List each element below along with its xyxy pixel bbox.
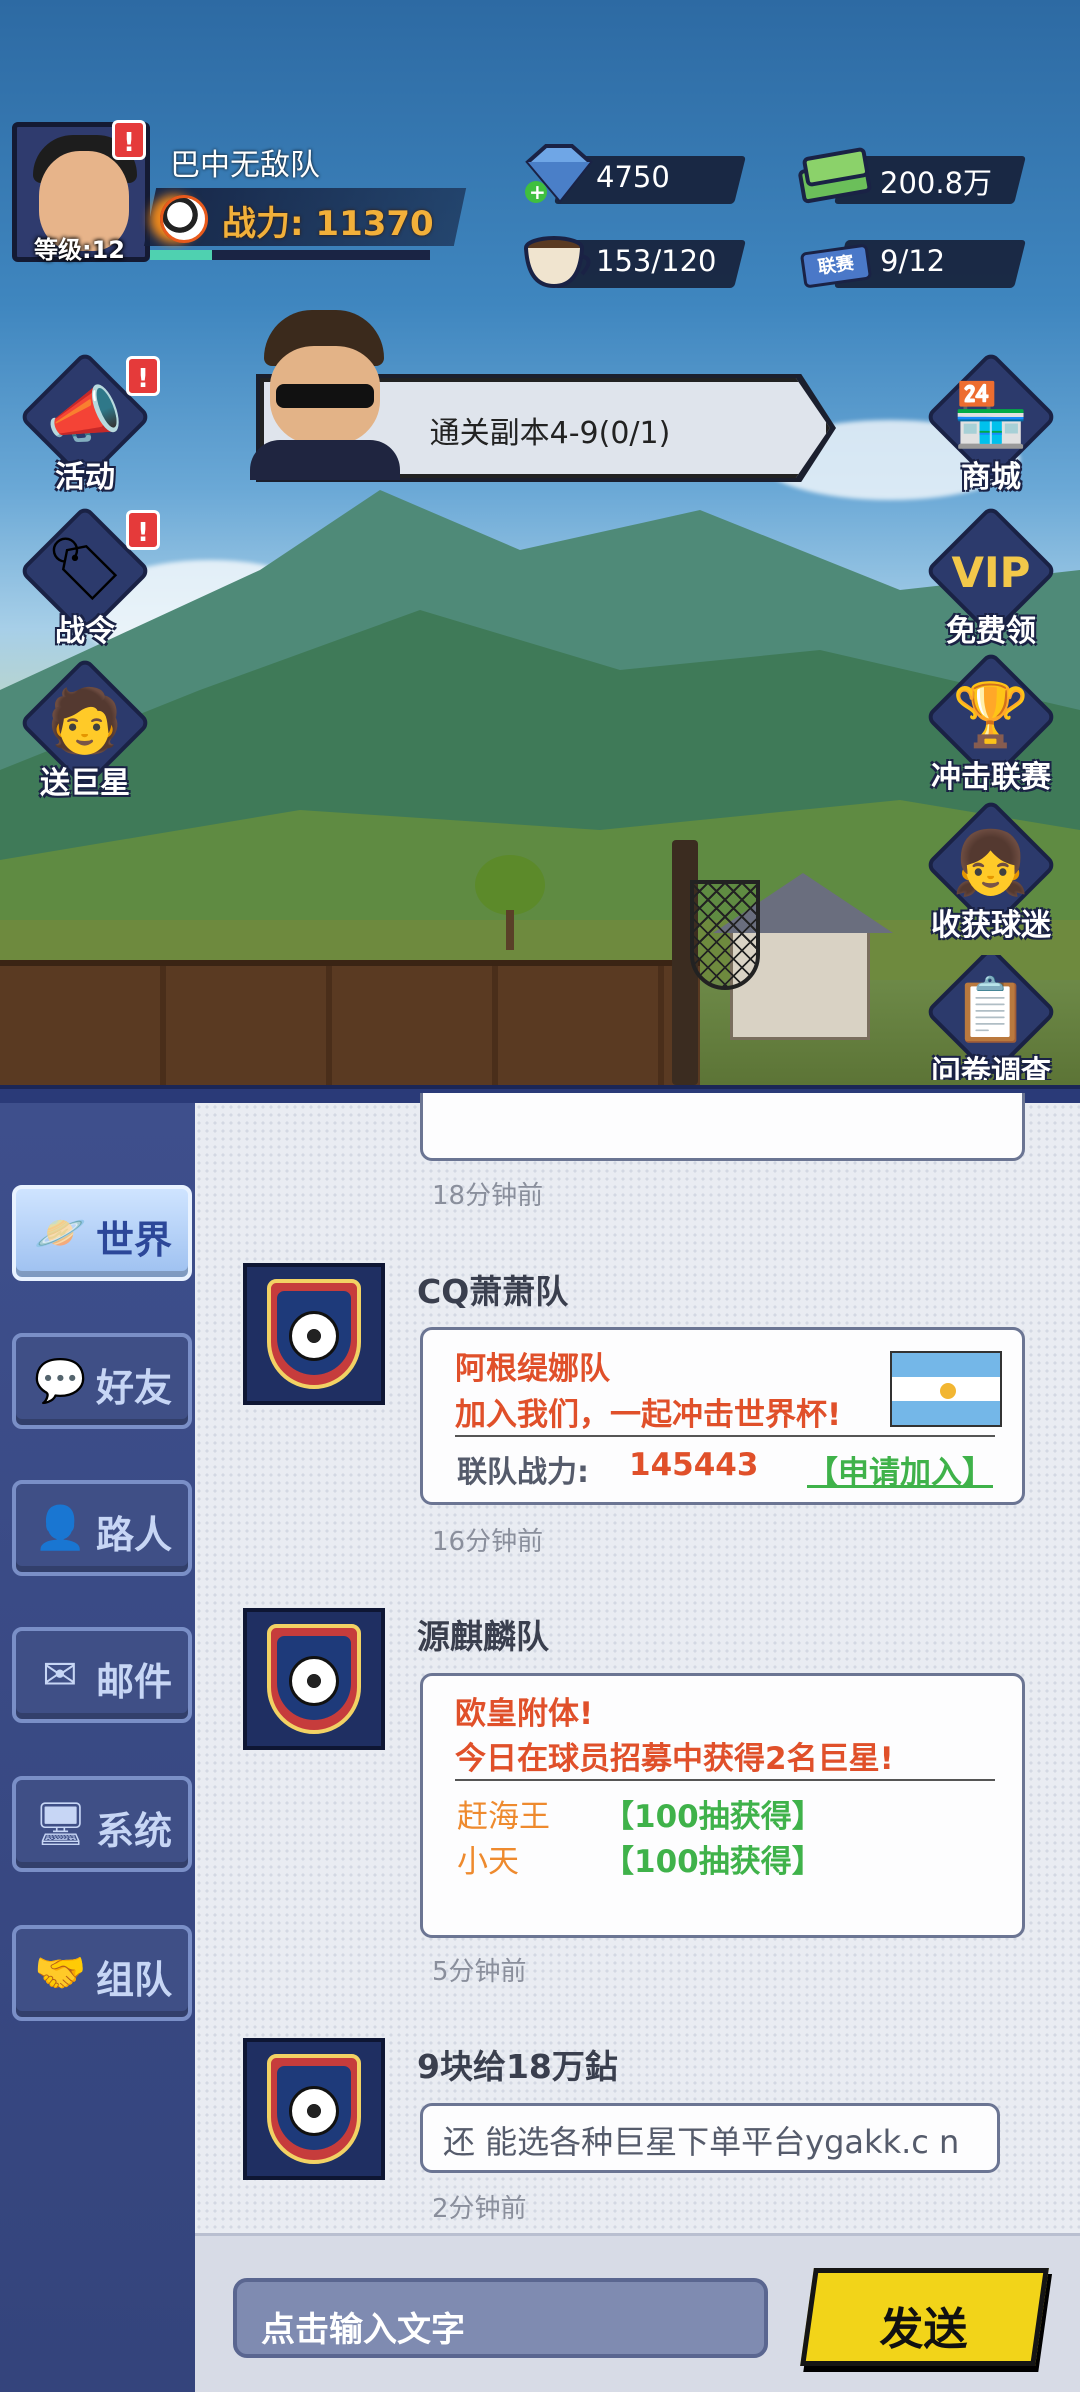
handshake-icon: 🤝 (34, 1948, 87, 1997)
stamina-count: 153/120 (596, 244, 717, 278)
send-label: 发送 (879, 2304, 968, 2355)
power-value: 战力: 11370 (222, 204, 434, 244)
collect-fans-label: 收获球迷 (931, 908, 1051, 943)
chat-input-placeholder: 点击输入文字 (261, 2310, 465, 2350)
player-level: 等级:12 (34, 236, 125, 264)
coffee-cup-icon (524, 236, 591, 289)
football-icon (160, 195, 208, 243)
wooden-fence (0, 960, 700, 1085)
coach-avatar (250, 310, 400, 480)
battle-pass-label: 战令 (55, 614, 115, 649)
survey-label: 问卷调查 (931, 1055, 1051, 1080)
team-crest-avatar[interactable] (243, 1608, 385, 1750)
team-crest-avatar[interactable] (243, 2038, 385, 2180)
vip-free-button[interactable]: VIP 免费领 (924, 504, 1058, 649)
coach-body (250, 440, 400, 480)
message-time: 16分钟前 (432, 1527, 544, 1557)
star-player-detail: 【100抽获得】 (603, 1844, 823, 1880)
league-icon: 🏆 (952, 678, 1030, 751)
shop-label: 商城 (961, 460, 1021, 495)
chat-tabs: 🪐 世界 💬 好友 👤 路人 ✉ 邮件 🖥 系统 🤝 组队 (0, 1103, 195, 2392)
tab-label: 世界 (96, 1218, 173, 1262)
message-time: 2分钟前 (432, 2194, 527, 2224)
avatar-alert-icon: ! (112, 120, 146, 160)
tab-label: 组队 (96, 1958, 173, 2002)
collect-fans-button[interactable]: 👧 收获球迷 (924, 798, 1058, 943)
chat-input-bar: 点击输入文字 发送 (195, 2233, 1080, 2392)
diamond-icon: + (525, 144, 593, 204)
lucky-title: 欧皇附体! (455, 1696, 594, 1732)
recruit-team-name: 阿根缇娜队 (455, 1351, 610, 1387)
football-icon (289, 1656, 339, 1706)
shop-icon: 🏪 (952, 378, 1030, 451)
survey-icon: 📋 (952, 973, 1030, 1046)
chat-feed[interactable]: 18分钟前 CQ萧萧队 阿根缇娜队 加入我们，一起冲击世界杯! 联队战力: 14… (195, 1093, 1080, 2233)
tab-system[interactable]: 🖥 系统 (12, 1776, 192, 1872)
tab-team[interactable]: 🤝 组队 (12, 1925, 192, 2021)
team-power-value: 145443 (629, 1447, 759, 1483)
fans-icon: 👧 (952, 826, 1030, 899)
vip-free-label: 免费领 (946, 614, 1036, 649)
star-gift-label: 送巨星 (40, 766, 130, 801)
tab-label: 好友 (96, 1366, 173, 1410)
tab-friends[interactable]: 💬 好友 (12, 1333, 192, 1429)
message-time: 18分钟前 (432, 1181, 544, 1211)
tab-mail[interactable]: ✉ 邮件 (12, 1627, 192, 1723)
diamond-count: 4750 (596, 160, 670, 194)
hanging-net (690, 880, 760, 990)
survey-button[interactable]: 📋 问卷调查 (926, 955, 1056, 1080)
planet-icon: 🪐 (34, 1208, 87, 1257)
recruit-message: 加入我们，一起冲击世界杯! (455, 1397, 842, 1433)
shop-button[interactable]: 🏪 商城 (924, 350, 1058, 495)
team-power-label: 联队战力: (457, 1455, 589, 1490)
star-gift-button[interactable]: 🧑 送巨星 (18, 656, 152, 801)
friend-chat-icon: 💬 (34, 1356, 87, 1405)
send-button[interactable]: 发送 (800, 2268, 1049, 2366)
xp-bar-fill (150, 250, 212, 260)
xp-bar (150, 250, 430, 260)
league-rush-label: 冲击联赛 (931, 760, 1051, 795)
cash-count: 200.8万 (880, 166, 993, 200)
team-crest-avatar[interactable] (243, 1263, 385, 1405)
tab-strangers[interactable]: 👤 路人 (12, 1480, 192, 1576)
vip-crown-icon: VIP (951, 548, 1031, 597)
sender-name: 源麒麟队 (417, 1617, 549, 1656)
stranger-icon: 👤 (34, 1503, 87, 1552)
tab-label: 邮件 (96, 1660, 173, 1704)
activity-label: 活动 (55, 460, 115, 495)
message-text: 还 能选各种巨星下单平台ygakk.c n (443, 2123, 960, 2161)
star-player-icon: 🧑 (46, 684, 124, 757)
chat-bubble (420, 1093, 1025, 1161)
star-player-detail: 【100抽获得】 (603, 1799, 823, 1835)
sender-name: 9块给18万鉆 (417, 2047, 618, 2086)
tree (475, 855, 545, 950)
bubble-divider (455, 1779, 995, 1781)
sender-name: CQ萧萧队 (417, 1272, 569, 1311)
lucky-message: 今日在球员招募中获得2名巨星! (455, 1741, 894, 1777)
mail-icon: ✉ (42, 1650, 78, 1699)
bubble-divider (455, 1435, 995, 1437)
svg-text:+: + (529, 180, 546, 204)
star-player-name: 小天 (457, 1844, 519, 1880)
cash-stack-icon (798, 147, 872, 204)
tab-label: 系统 (96, 1809, 173, 1853)
tab-label: 路人 (96, 1513, 173, 1557)
ticket-count: 9/12 (880, 244, 946, 278)
activity-alert-icon: ! (126, 356, 160, 396)
apply-join-link[interactable]: 【申请加入】 (807, 1447, 993, 1492)
team-name: 巴中无敌队 (170, 148, 320, 183)
star-player-name: 赶海王 (457, 1799, 550, 1835)
league-rush-button[interactable]: 🏆 冲击联赛 (924, 650, 1058, 795)
battle-pass-alert-icon: ! (126, 510, 160, 550)
argentina-flag-icon (890, 1351, 1002, 1427)
chat-input[interactable]: 点击输入文字 (233, 2278, 768, 2358)
sun-icon (940, 1383, 956, 1399)
football-icon (289, 2086, 339, 2136)
tab-world[interactable]: 🪐 世界 (12, 1185, 192, 1281)
sunglasses (276, 384, 374, 408)
football-icon (289, 1311, 339, 1361)
message-time: 5分钟前 (432, 1957, 527, 1987)
system-icon: 🖥 (34, 1799, 88, 1848)
